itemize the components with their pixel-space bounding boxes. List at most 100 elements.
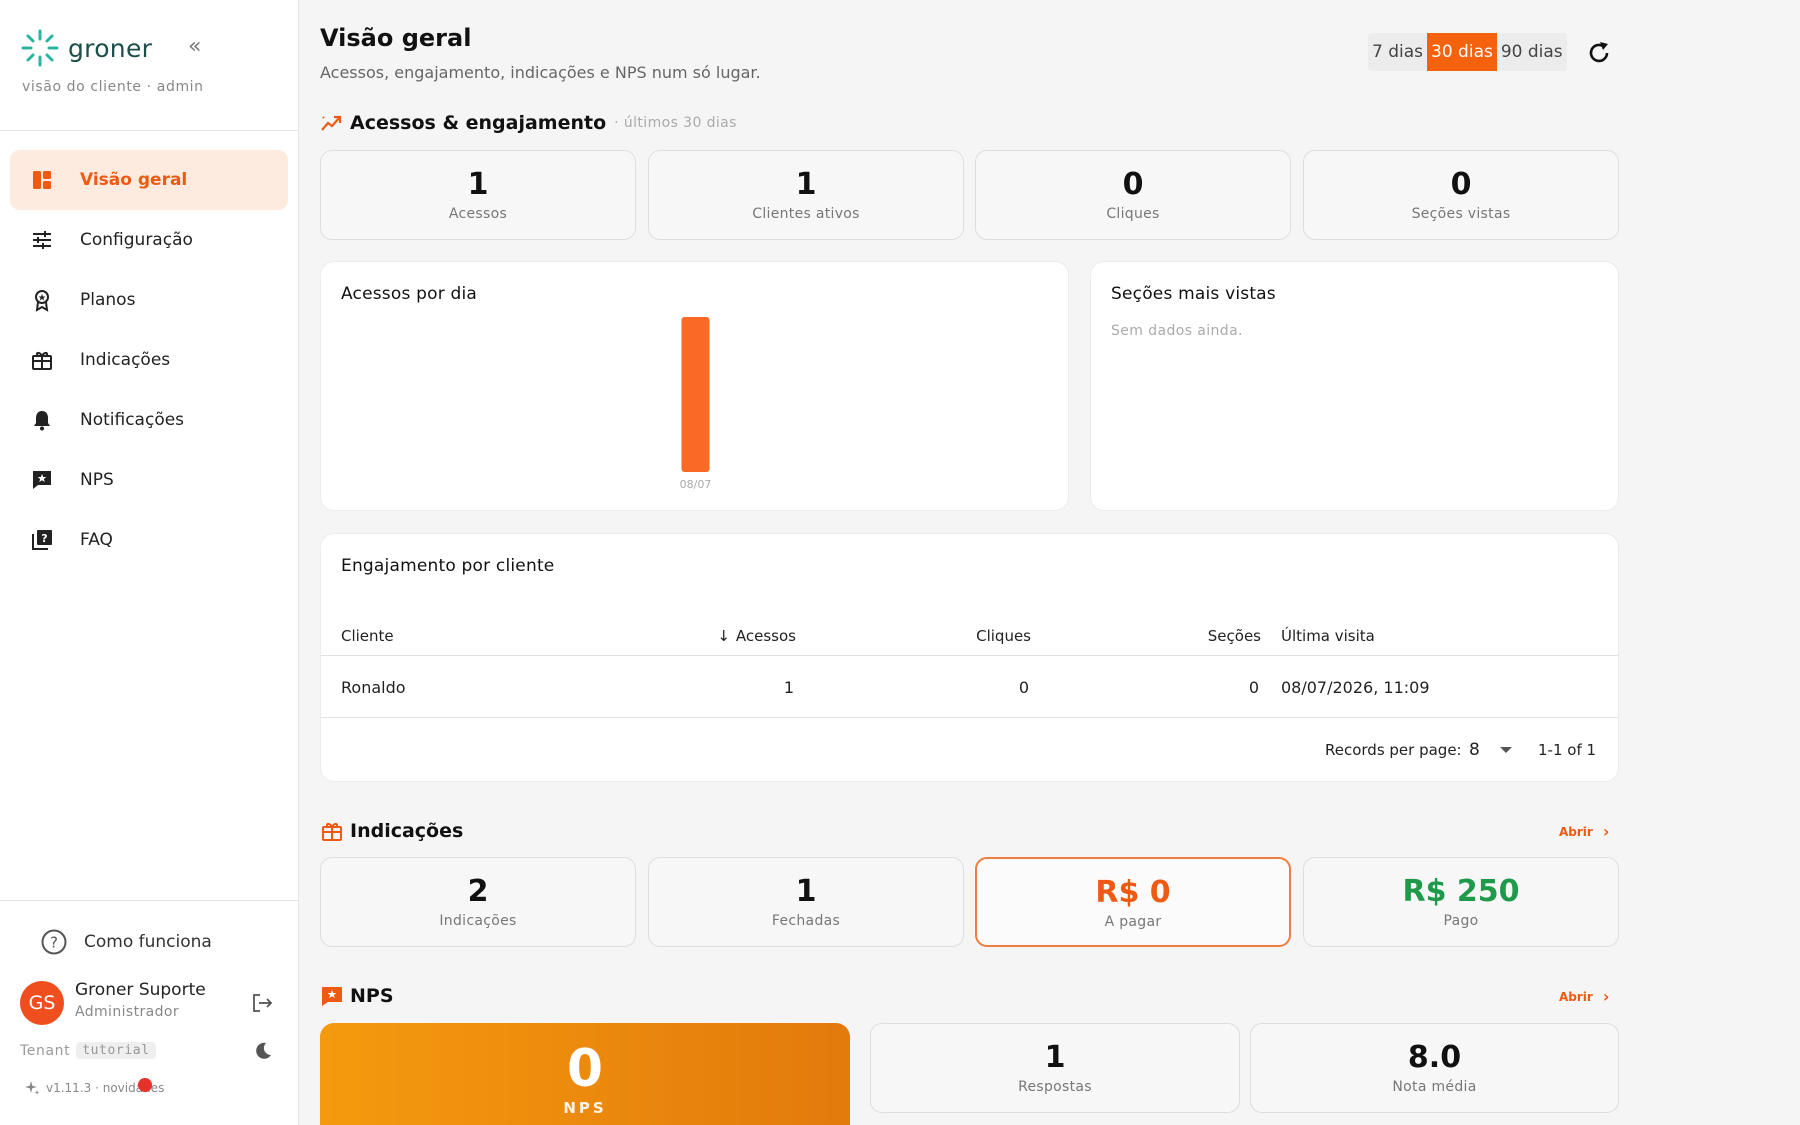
caret-down-icon	[1499, 747, 1512, 753]
nps-icon	[16, 468, 68, 492]
chevron-right-icon: ›	[1602, 987, 1610, 1006]
trending-up-icon	[321, 115, 342, 131]
version-link[interactable]: v1.11.3 · novidades	[24, 1078, 164, 1096]
nps-score: 0	[566, 1039, 604, 1099]
sidebar-item-label: Visão geral	[80, 170, 188, 190]
stat-a-pagar: R$ 0 A pagar	[975, 857, 1291, 947]
dashboard-icon	[16, 168, 68, 192]
per-page-select[interactable]: 8	[1469, 719, 1512, 781]
tenant-info: Tenant tutorial	[20, 1042, 156, 1059]
table-row[interactable]: Ronaldo 1 0 0 08/07/2026, 11:09	[321, 658, 1618, 718]
tenant-label: Tenant	[20, 1042, 71, 1059]
help-label: Como funciona	[84, 932, 212, 952]
stat-value: 1	[795, 167, 817, 202]
brand-subtitle: visão do cliente · admin	[22, 79, 204, 95]
stat-label: Respostas	[1018, 1079, 1092, 1095]
card-title: Seções mais vistas	[1111, 284, 1276, 304]
gift-icon	[322, 823, 342, 841]
sliders-icon	[16, 228, 68, 252]
sidebar-item-indicacoes[interactable]: Indicações	[10, 330, 288, 390]
per-page-value: 8	[1469, 740, 1480, 760]
brand[interactable]: groner	[20, 28, 152, 68]
column-secoes[interactable]: Seções	[1101, 616, 1261, 655]
notification-dot	[138, 1078, 152, 1092]
stat-secoes-vistas: 0 Seções vistas	[1303, 150, 1619, 240]
nps-score-label: NPS	[563, 1099, 607, 1117]
stat-label: Indicações	[439, 913, 517, 929]
collapse-sidebar-icon[interactable]: «	[188, 36, 201, 58]
nps-header: NPS	[320, 984, 394, 1008]
chevron-right-icon: ›	[1602, 822, 1610, 841]
stat-indicacoes: 2 Indicações	[320, 857, 636, 947]
stat-acessos: 1 Acessos	[320, 150, 636, 240]
user-card: GS Groner Suporte Administrador	[20, 978, 280, 1026]
moon-icon[interactable]	[253, 1041, 273, 1061]
stat-label: Acessos	[448, 206, 508, 222]
bar-08/07[interactable]	[681, 317, 710, 472]
help-link[interactable]: ? Como funciona	[40, 928, 212, 956]
sidebar: groner « visão do cliente · admin Visão …	[0, 0, 299, 1125]
sidebar-item-planos[interactable]: Planos	[10, 270, 288, 330]
referrals-header: Indicações	[320, 819, 463, 843]
bar-chart: 08/07	[680, 317, 711, 491]
engagement-header: Acessos & engajamento · últimos 30 dias	[320, 111, 737, 135]
svg-text:?: ?	[50, 934, 58, 952]
stat-clientes-ativos: 1 Clientes ativos	[648, 150, 964, 240]
chart-card: Acessos por dia 08/07	[320, 261, 1069, 511]
open-label: Abrir	[1559, 824, 1593, 839]
cell-cliente: Ronaldo	[341, 678, 406, 697]
logout-icon[interactable]	[251, 992, 273, 1014]
gift-icon	[16, 348, 68, 372]
sidebar-item-configuracao[interactable]: Configuração	[10, 210, 288, 270]
stat-respostas: 1 Respostas	[870, 1023, 1240, 1113]
sort-arrow-icon: ↓	[717, 626, 730, 645]
range-30-days-button[interactable]: 30 dias	[1427, 33, 1497, 71]
sidebar-item-label: Indicações	[80, 350, 171, 370]
brand-name: groner	[68, 33, 153, 63]
stat-label: A pagar	[1104, 914, 1162, 930]
faq-icon: ?	[16, 528, 68, 552]
section-title: Indicações	[350, 820, 464, 842]
sidebar-nav: Visão geral Configuração Planos Indicaçõ…	[10, 150, 288, 570]
section-title: Acessos & engajamento	[350, 112, 607, 134]
stat-label: Clientes ativos	[752, 206, 860, 222]
cell-acessos: 1	[783, 678, 794, 697]
cell-cliques: 0	[1018, 678, 1029, 697]
user-role: Administrador	[75, 1004, 180, 1020]
column-cliques[interactable]: Cliques	[891, 616, 1031, 655]
pagination-range: 1-1 of 1	[1538, 741, 1597, 759]
stat-value: 0	[1450, 167, 1472, 202]
stat-label: Pago	[1443, 913, 1479, 929]
groner-logo-icon	[21, 29, 59, 67]
referrals-open-link[interactable]: Abrir ›	[1559, 822, 1609, 841]
svg-text:?: ?	[41, 532, 47, 545]
top-sections-card: Seções mais vistas Sem dados ainda.	[1090, 261, 1619, 511]
sidebar-item-notificacoes[interactable]: Notificações	[10, 390, 288, 450]
divider	[0, 900, 299, 901]
divider	[0, 130, 299, 131]
nps-score-card: 0 NPS	[320, 1023, 850, 1125]
column-acessos[interactable]: ↓ Acessos	[696, 616, 796, 655]
section-title: NPS	[350, 985, 394, 1007]
range-7-days-button[interactable]: 7 dias	[1368, 33, 1427, 71]
range-90-days-button[interactable]: 90 dias	[1497, 33, 1567, 71]
page-subtitle: Acessos, engajamento, indicações e NPS n…	[320, 63, 761, 82]
nps-icon	[322, 987, 342, 1006]
avatar[interactable]: GS	[20, 981, 64, 1025]
stat-value: 1	[1044, 1040, 1066, 1075]
sidebar-item-faq[interactable]: ? FAQ	[10, 510, 288, 570]
stat-cliques: 0 Cliques	[975, 150, 1291, 240]
sidebar-item-visao-geral[interactable]: Visão geral	[10, 150, 288, 210]
stat-label: Fechadas	[771, 913, 841, 929]
column-ultima-visita[interactable]: Última visita	[1281, 616, 1375, 655]
award-icon	[16, 288, 68, 312]
column-cliente[interactable]: Cliente	[341, 616, 394, 655]
sidebar-item-nps[interactable]: NPS	[10, 450, 288, 510]
stat-value: 2	[467, 874, 489, 909]
stat-label: Nota média	[1392, 1079, 1477, 1095]
nps-open-link[interactable]: Abrir ›	[1559, 987, 1609, 1006]
sparkle-icon	[25, 1081, 40, 1095]
stat-value: R$ 250	[1402, 874, 1520, 909]
stat-label: Cliques	[1106, 206, 1160, 222]
refresh-icon[interactable]	[1586, 40, 1612, 66]
